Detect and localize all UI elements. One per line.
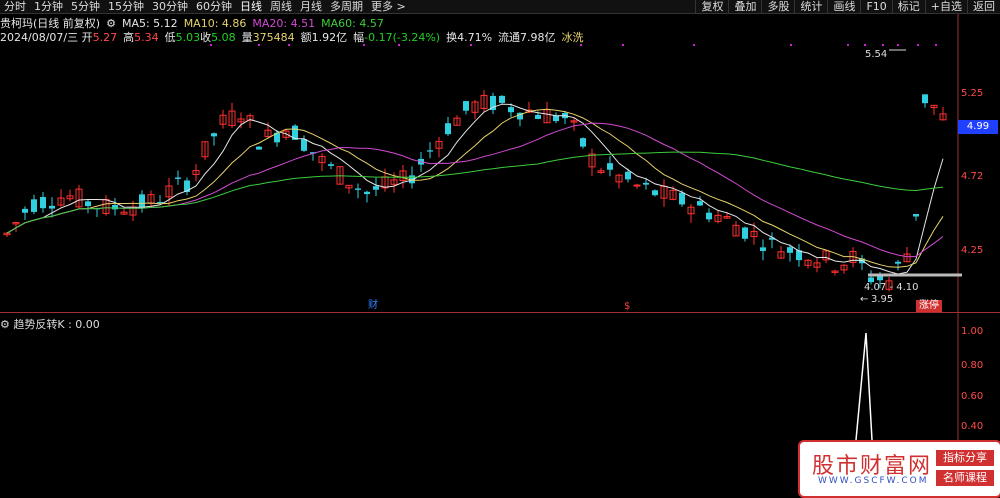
candle-body-down xyxy=(22,208,28,213)
high-annotation: 5.54 xyxy=(865,49,887,60)
watermark-url: WWW.GSCFW.COM xyxy=(818,476,929,486)
ma20-line xyxy=(6,122,944,258)
marker-dot xyxy=(363,44,365,46)
indicator-share-tag[interactable]: 指标分享 xyxy=(936,450,994,466)
marker-dot xyxy=(693,44,695,46)
candle-body-down xyxy=(364,191,370,195)
candle-body-down xyxy=(31,199,37,212)
marker-dot xyxy=(864,44,866,46)
candle-body-down xyxy=(553,115,559,122)
marker-dot xyxy=(847,44,849,46)
candle-body-down xyxy=(643,182,649,185)
marker-dot xyxy=(622,44,624,46)
low-arrow-icon: ← xyxy=(860,294,868,305)
sub-indicator-title: ⚙ 趋势反转K : 0.00 xyxy=(0,318,100,331)
range-annotation: 4.07 - 4.10 xyxy=(864,282,919,293)
candle-body-down xyxy=(877,276,883,281)
marker-dot xyxy=(398,44,400,46)
marker-dot xyxy=(935,44,937,46)
current-price-tag: 4.99 xyxy=(958,120,998,134)
sub-tick-3: 0.60 xyxy=(961,391,984,402)
marker-dot xyxy=(258,44,260,46)
candle-body-down xyxy=(625,171,631,180)
candle-body-down xyxy=(697,201,703,206)
candle-body-down xyxy=(40,197,46,209)
candle-body-down xyxy=(913,214,919,217)
ma10-line xyxy=(6,108,944,268)
marker-dot xyxy=(790,44,792,46)
teacher-course-tag[interactable]: 名师课程 xyxy=(936,470,994,486)
candle-body-down xyxy=(427,150,433,152)
marker-dot xyxy=(470,44,472,46)
candle-body-down xyxy=(373,186,379,190)
limit-up-tag: 涨停 xyxy=(916,300,942,312)
candle-body-down xyxy=(445,123,451,135)
candle-body-down xyxy=(742,227,748,239)
moving-averages xyxy=(6,103,944,275)
candle-body-down xyxy=(328,164,334,166)
candle-body-down xyxy=(679,192,685,205)
finance-marker: 财 xyxy=(368,298,378,311)
candles-group xyxy=(3,89,947,292)
panel-divider xyxy=(0,312,1000,313)
price-tick-1: 5.25 xyxy=(961,88,984,99)
candle-body-down xyxy=(301,139,307,151)
candle-body-down xyxy=(706,212,712,220)
candle-body-down xyxy=(580,138,586,147)
candle-body-down xyxy=(535,115,541,119)
candle-body-down xyxy=(49,205,55,209)
candle-body-down xyxy=(112,205,118,210)
candle-body-down xyxy=(211,133,217,137)
candle-body-down xyxy=(922,94,928,104)
candle-body-down xyxy=(760,247,766,251)
ma5-line xyxy=(6,103,944,275)
sub-tick-4: 0.40 xyxy=(961,421,984,432)
candle-body-down xyxy=(652,190,658,196)
candle-body-down xyxy=(157,202,163,204)
marker-dot xyxy=(917,44,919,46)
candle-body-down xyxy=(85,201,91,207)
candle-body-down xyxy=(895,261,901,264)
candle-body-down xyxy=(175,177,181,179)
marker-dot xyxy=(288,44,290,46)
marker-dot xyxy=(580,44,582,46)
candle-body-down xyxy=(355,188,361,190)
ma60-line xyxy=(6,151,944,234)
candle-body-down xyxy=(256,146,262,150)
watermark-banner: 股市财富网 WWW.GSCFW.COM 指标分享 名师课程 xyxy=(798,440,1000,498)
signal-spike xyxy=(855,332,873,441)
sub-tick-1: 1.00 xyxy=(961,326,984,337)
marker-dot xyxy=(210,44,212,46)
marker-dot xyxy=(897,44,899,46)
candle-body-down xyxy=(463,101,469,111)
price-tick-2: 4.72 xyxy=(961,171,984,182)
candlestick-chart[interactable]: 5.54 4.07 - 4.10 ← 3.95 财 $ xyxy=(0,0,1000,496)
sub-tick-2: 0.80 xyxy=(961,360,984,371)
sub-indicator xyxy=(855,332,873,441)
candle-body-up xyxy=(633,184,641,187)
event-marker: $ xyxy=(624,301,630,312)
candle-body-down xyxy=(607,163,613,170)
candle-body-down xyxy=(139,194,145,209)
indicator-icon[interactable]: ⚙ xyxy=(0,318,10,331)
candle-body-down xyxy=(499,95,505,103)
low-annotation: 3.95 xyxy=(871,294,893,305)
marker-dot xyxy=(882,44,884,46)
price-tick-3: 4.25 xyxy=(961,245,984,256)
marker-dots xyxy=(210,44,937,46)
candle-body-down xyxy=(508,107,514,113)
candle-body-down xyxy=(787,247,793,253)
